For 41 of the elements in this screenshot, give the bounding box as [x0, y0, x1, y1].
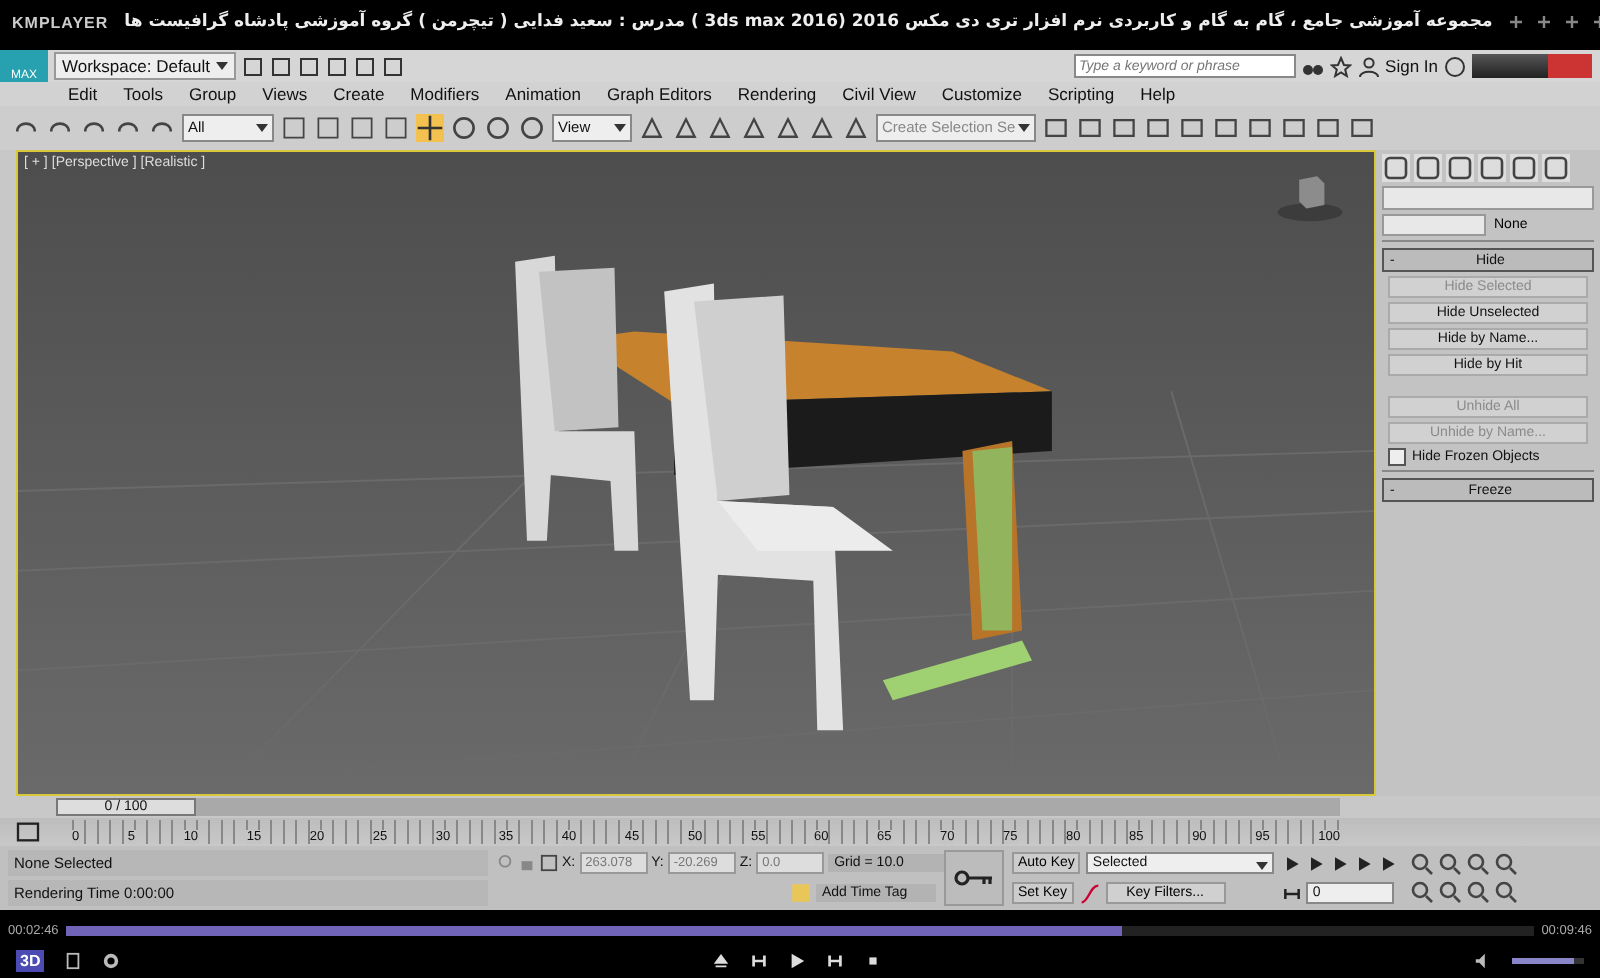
video-title: مجموعه آموزشی جامع ، گام به گام و کاربردی نرم افزار تری دی مکس 2016 (3ds max 2016 ) مدرس : سعید فدایی ( تیچرمن ) گروه آموزشی پادشاه گرافیست ها — [124, 12, 1493, 32]
play-icon[interactable] — [788, 951, 807, 969]
set-keys-button[interactable] — [944, 850, 1004, 906]
selection-box — [1382, 214, 1486, 236]
3d-button[interactable]: 3D — [16, 949, 45, 971]
caret-icon — [1018, 124, 1030, 132]
stop-icon[interactable] — [864, 951, 883, 969]
player-logo: KMPLAYER — [12, 13, 109, 31]
move-icon[interactable] — [416, 114, 444, 142]
menu-item[interactable]: Modifiers — [410, 84, 480, 104]
object-name-field[interactable] — [1382, 186, 1594, 210]
tangent-icon[interactable] — [1079, 883, 1100, 903]
caret-icon — [614, 124, 626, 132]
zoom-icon[interactable] — [1410, 852, 1435, 876]
caret-icon — [216, 62, 229, 70]
menu-item[interactable]: Civil View — [842, 84, 916, 104]
menu-item[interactable]: Create — [333, 84, 385, 104]
menu-item[interactable]: Rendering — [737, 84, 817, 104]
menu-item[interactable]: Customize — [941, 84, 1022, 104]
settings-icon[interactable] — [102, 951, 121, 969]
menu-item[interactable]: Scripting — [1048, 84, 1115, 104]
eject-icon[interactable] — [712, 951, 731, 969]
caret-icon — [1256, 862, 1269, 870]
menu-item[interactable]: Animation — [505, 84, 581, 104]
menu-item[interactable]: Views — [262, 84, 308, 104]
caret-icon — [256, 124, 268, 132]
menu-item[interactable]: Group — [189, 84, 237, 104]
user-icon[interactable] — [1357, 55, 1380, 77]
menu-item[interactable]: Graph Editors — [606, 84, 712, 104]
menu-item[interactable]: Help — [1140, 84, 1176, 104]
menu-item[interactable]: Tools — [123, 84, 163, 104]
star-icon[interactable] — [1329, 55, 1352, 77]
play-icon[interactable] — [1330, 853, 1351, 873]
sign-in-link[interactable]: Sign In — [1385, 56, 1438, 76]
key-icon — [954, 870, 994, 886]
workspace-dropdown[interactable]: Workspace: Default — [54, 52, 237, 80]
menu-item[interactable]: Edit — [68, 84, 98, 104]
checkbox[interactable] — [1388, 448, 1406, 466]
volume-slider[interactable] — [1512, 957, 1585, 963]
seek-bar[interactable] — [66, 925, 1534, 935]
playlist-icon[interactable] — [64, 951, 83, 969]
